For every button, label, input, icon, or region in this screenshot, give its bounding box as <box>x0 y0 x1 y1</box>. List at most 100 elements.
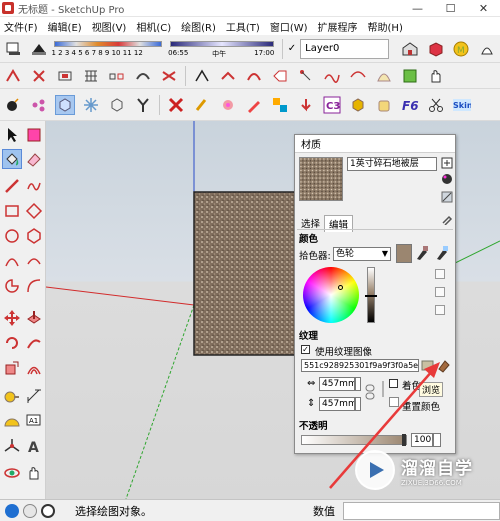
arc-tool-icon[interactable] <box>244 66 264 86</box>
layer-dropdown[interactable]: Layer0 <box>300 38 390 59</box>
menu-camera[interactable]: 相机(C) <box>132 19 177 34</box>
fog-icon[interactable] <box>29 39 49 59</box>
circle-icon[interactable] <box>2 226 22 246</box>
cross-sections-icon[interactable] <box>159 66 179 86</box>
color-blocks-icon[interactable] <box>270 95 290 115</box>
make-component-icon[interactable] <box>24 125 44 145</box>
f6-plugin-icon[interactable]: F6 <box>400 95 420 115</box>
line-pencil-icon[interactable] <box>2 176 22 196</box>
sample-paint-icon[interactable] <box>441 191 453 203</box>
three-point-arc-icon[interactable] <box>24 276 44 296</box>
scale-icon[interactable] <box>2 358 22 378</box>
shadow-toggle-icon[interactable] <box>3 39 23 59</box>
text-tool-icon[interactable]: A1 <box>24 411 44 431</box>
create-material-icon[interactable] <box>441 173 453 185</box>
texture-width-field[interactable]: 457mm <box>319 377 355 391</box>
grid-cage-icon[interactable] <box>81 66 101 86</box>
use-texture-checkbox[interactable]: ✓ <box>301 345 310 354</box>
geo-location-icon[interactable] <box>5 503 19 518</box>
subdivide-icon[interactable] <box>218 66 238 86</box>
tag-icon[interactable] <box>270 66 290 86</box>
extension-warehouse-icon[interactable]: M <box>452 39 472 59</box>
axes-tool-icon[interactable] <box>2 436 22 456</box>
reset-size-icon[interactable] <box>379 379 387 399</box>
shadow-month-slider[interactable]: 1 2 3 4 5 6 7 8 9 10 11 12 <box>52 36 163 62</box>
box-frame-icon[interactable] <box>55 66 75 86</box>
c3-plugin-icon[interactable]: C3 <box>322 95 342 115</box>
shadow-time-slider[interactable]: 06:55 中午 17:00 <box>168 36 279 62</box>
y-split-icon[interactable] <box>133 95 153 115</box>
menu-tools[interactable]: 工具(T) <box>222 19 266 34</box>
paint-bucket-icon[interactable] <box>2 149 22 169</box>
measurements-input[interactable] <box>343 502 500 520</box>
help-icon[interactable] <box>41 503 55 518</box>
no-entry-icon[interactable] <box>166 95 186 115</box>
texture-height-field[interactable]: 457mm <box>319 397 355 411</box>
texture-height-stepper[interactable] <box>355 397 361 411</box>
browse-texture-icon[interactable] <box>437 357 453 373</box>
arc-icon[interactable] <box>2 251 22 271</box>
maximize-button[interactable]: ☐ <box>434 0 467 17</box>
eyedropper-icon[interactable] <box>441 213 453 226</box>
menu-window[interactable]: 窗口(W) <box>266 19 314 34</box>
snowflake-icon[interactable] <box>81 95 101 115</box>
match-color-model-icon[interactable] <box>415 245 429 261</box>
hue-stepper[interactable] <box>435 269 445 279</box>
menu-file[interactable]: 文件(F) <box>0 19 44 34</box>
tape-measure-icon[interactable] <box>2 386 22 406</box>
reset-color-swatch[interactable] <box>389 397 399 407</box>
freehand-icon[interactable] <box>24 176 44 196</box>
close-button[interactable]: ✕ <box>467 0 500 17</box>
orbit-icon[interactable] <box>2 463 22 483</box>
pie-icon[interactable] <box>2 276 22 296</box>
pipe-icon[interactable] <box>133 66 153 86</box>
menu-extensions[interactable]: 扩展程序 <box>314 19 364 34</box>
aspect-lock-icon[interactable] <box>365 383 375 401</box>
rotated-rectangle-icon[interactable] <box>24 201 44 221</box>
follow-me-tool-icon[interactable] <box>24 333 44 353</box>
bomb-icon[interactable] <box>3 95 23 115</box>
saturation-stepper[interactable] <box>435 287 445 297</box>
molecule-icon[interactable] <box>29 95 49 115</box>
follow-me-icon[interactable] <box>29 66 49 86</box>
eraser-icon[interactable] <box>24 149 44 169</box>
brightness-slider-handle[interactable] <box>365 295 377 297</box>
scissors-icon[interactable] <box>426 95 446 115</box>
current-color-swatch[interactable] <box>396 244 412 263</box>
curve-nodes-icon[interactable] <box>322 66 342 86</box>
cube-icon[interactable] <box>55 94 75 115</box>
match-color-screen-icon[interactable] <box>435 245 449 261</box>
path-point-icon[interactable] <box>296 66 316 86</box>
weld-icon[interactable] <box>192 66 212 86</box>
offset-icon[interactable] <box>24 358 44 378</box>
material-preview-swatch[interactable] <box>299 157 343 201</box>
flower-icon[interactable] <box>218 95 238 115</box>
dome-icon[interactable] <box>374 66 394 86</box>
polygon-icon[interactable] <box>24 226 44 246</box>
multi-box-icon[interactable] <box>107 66 127 86</box>
spline-icon[interactable] <box>348 66 368 86</box>
value-stepper[interactable] <box>435 305 445 315</box>
move-arrows-icon[interactable] <box>3 66 23 86</box>
gold-cube-icon[interactable] <box>348 95 368 115</box>
hand-pan-icon[interactable] <box>426 66 446 86</box>
push-pull-icon[interactable] <box>24 308 44 328</box>
texture-path-field[interactable]: 551c928925301f9a9f3f0a5e7c <box>301 359 419 372</box>
color-wheel[interactable] <box>303 267 359 323</box>
dimension-icon[interactable] <box>24 386 44 406</box>
pan-hand-icon[interactable] <box>24 463 44 483</box>
color-wheel-marker[interactable] <box>338 285 343 290</box>
brush-icon[interactable] <box>192 95 212 115</box>
material-name-field[interactable]: 1英寸碎石地被层 <box>347 157 437 171</box>
minimize-button[interactable]: — <box>401 0 434 17</box>
menu-edit[interactable]: 编辑(E) <box>44 19 88 34</box>
select-arrow-icon[interactable] <box>2 125 22 145</box>
skin-plugin-icon[interactable]: Skin <box>452 95 472 115</box>
credits-icon[interactable] <box>23 503 37 518</box>
components-icon[interactable] <box>426 39 446 59</box>
texture-edit-icon[interactable] <box>421 358 435 372</box>
pencil-red-icon[interactable] <box>244 95 264 115</box>
pen-down-icon[interactable] <box>296 95 316 115</box>
two-point-arc-icon[interactable] <box>24 251 44 271</box>
rectangle-icon[interactable] <box>2 201 22 221</box>
